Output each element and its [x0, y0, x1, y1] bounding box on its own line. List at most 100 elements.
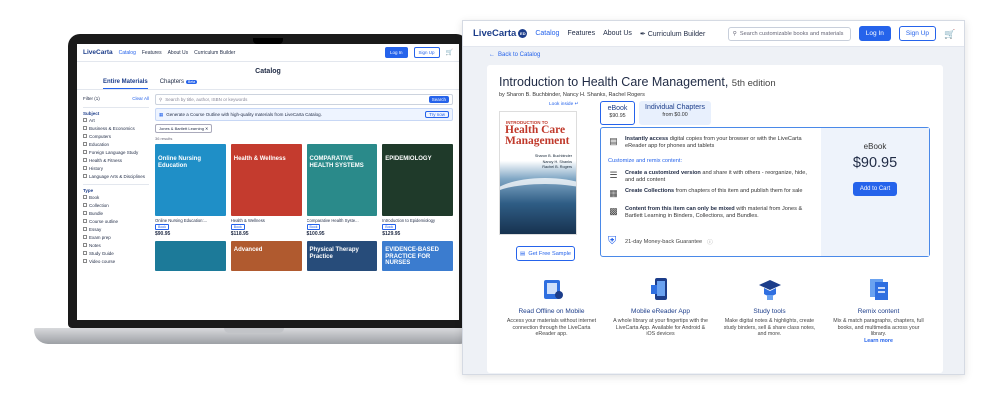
book-card[interactable]: COMPARATIVE HEALTH SYSTEMS Comparative He… — [306, 144, 378, 237]
laptop-nav-catalog[interactable]: Catalog — [119, 50, 136, 56]
signup-button[interactable]: Sign Up — [898, 26, 936, 41]
type-filter-item[interactable]: Exam prep — [83, 233, 149, 241]
clear-all-link[interactable]: Clear All — [132, 96, 149, 101]
format-ebook-option[interactable]: eBook $90.95 — [600, 101, 635, 125]
publisher-filter-chip[interactable]: Jones & Bartlett Learning ✕ — [155, 124, 213, 133]
laptop-nav-curriculum[interactable]: Curriculum Builder — [194, 50, 235, 56]
book-card[interactable]: EVIDENCE-BASED PRACTICE FOR NURSES — [382, 241, 453, 271]
checkbox[interactable] — [83, 134, 87, 138]
checkbox[interactable] — [83, 158, 87, 162]
subject-filter-item[interactable]: Computers — [83, 132, 149, 140]
try-now-button[interactable]: Try now — [425, 111, 449, 118]
laptop-logo[interactable]: LiveCarta — [83, 49, 113, 56]
nav-about-us[interactable]: About Us — [603, 30, 632, 37]
type-filter-item[interactable]: Bundle — [83, 209, 149, 217]
nav-curriculum-builder[interactable]: ✒ Curriculum Builder — [640, 30, 705, 38]
book-card[interactable] — [155, 241, 226, 271]
checkbox[interactable] — [83, 150, 87, 154]
book-cover[interactable]: EVIDENCE-BASED PRACTICE FOR NURSES — [382, 241, 453, 271]
checkbox[interactable] — [83, 243, 87, 247]
subject-filter-item[interactable]: Art — [83, 116, 149, 124]
subject-filter-item[interactable]: Foreign Language Study — [83, 148, 149, 156]
checkbox[interactable] — [83, 142, 87, 146]
type-filter-item[interactable]: Study Guide — [83, 249, 149, 257]
benefit-text: A whole library at your fingertips with … — [613, 318, 708, 338]
laptop-search-input[interactable]: ⚲ Search by title, author, ISBN or keywo… — [155, 94, 453, 105]
subject-filter-item[interactable]: History — [83, 164, 149, 172]
laptop-nav-about[interactable]: About Us — [168, 50, 189, 56]
type-filter-item[interactable]: Book — [83, 193, 149, 201]
info-icon[interactable]: ⓘ — [707, 238, 713, 246]
book-cover[interactable]: Advanced — [230, 241, 302, 271]
checkbox[interactable] — [83, 126, 87, 130]
mix-icon: ▩ — [609, 206, 618, 216]
checkbox[interactable] — [83, 118, 87, 122]
book-cover[interactable] — [155, 241, 226, 271]
course-outline-banner: ▦ Generate a Course Outline with high-qu… — [155, 108, 453, 121]
laptop-nav-features[interactable]: Features — [142, 50, 162, 56]
subject-filter-item[interactable]: Health & Fitness — [83, 156, 149, 164]
type-filter-item[interactable]: Essay — [83, 225, 149, 233]
type-filter-item[interactable]: Course outline — [83, 217, 149, 225]
laptop-login-button[interactable]: Log In — [384, 47, 408, 58]
laptop-signup-button[interactable]: Sign Up — [413, 47, 440, 58]
book-cover[interactable]: COMPARATIVE HEALTH SYSTEMS — [306, 144, 378, 216]
subject-header[interactable]: Subject — [83, 107, 149, 116]
book-card[interactable]: Online Nursing Education Online Nursing E… — [155, 144, 226, 237]
type-label: Study Guide — [89, 250, 114, 256]
laptop-search-button[interactable]: Search — [428, 96, 449, 103]
book-title[interactable]: Introduction to Epidemiology — [382, 218, 453, 223]
checkbox[interactable] — [83, 195, 87, 199]
book-cover[interactable]: EPIDEMIOLOGY — [382, 144, 453, 216]
checkbox[interactable] — [83, 174, 87, 178]
book-title[interactable]: Comparative Health Syste... — [307, 218, 378, 223]
checkbox[interactable] — [83, 259, 87, 263]
book-title: Introduction to Health Care Management, … — [499, 75, 776, 89]
subject-filter-item[interactable]: Education — [83, 140, 149, 148]
book-card[interactable]: Health & Wellness Health & Wellness Book $1… — [230, 144, 302, 237]
get-free-sample-button[interactable]: ▤ Get Free Sample — [516, 246, 575, 261]
learn-more-link[interactable]: Learn more — [831, 338, 927, 345]
laptop-cart-icon[interactable]: 🛒 — [446, 49, 453, 56]
checkbox[interactable] — [83, 203, 87, 207]
type-filter-item[interactable]: Video course — [83, 257, 149, 265]
tab-entire-materials[interactable]: Entire Materials — [103, 79, 148, 89]
subject-label: Computers — [89, 133, 112, 139]
subject-label: Health & Fitness — [89, 157, 123, 163]
book-title[interactable]: Health & Wellness — [231, 218, 302, 223]
type-filter-item[interactable]: Collection — [83, 201, 149, 209]
back-to-catalog-link[interactable]: ← Back to Catalog — [463, 47, 964, 63]
checkbox[interactable] — [83, 227, 87, 231]
checkbox[interactable] — [83, 251, 87, 255]
checkbox[interactable] — [83, 166, 87, 170]
book-card[interactable]: Physical Therapy Practice — [306, 241, 378, 271]
book-cover[interactable]: Physical Therapy Practice — [306, 241, 378, 271]
book-cover[interactable]: Online Nursing Education — [155, 144, 226, 216]
subject-filter-item[interactable]: Language Arts & Disciplines — [83, 172, 149, 180]
book-card[interactable]: Advanced — [230, 241, 302, 271]
look-inside-label[interactable]: Look inside ↵ — [549, 102, 579, 107]
checkbox[interactable] — [83, 219, 87, 223]
type-filter-item[interactable]: Notes — [83, 241, 149, 249]
book-cover[interactable]: INTRODUCTION TO Health Care Management S… — [499, 111, 577, 235]
add-to-cart-button[interactable]: Add to Cart — [852, 182, 898, 196]
type-header[interactable]: Type — [83, 184, 149, 193]
close-icon[interactable]: ✕ — [205, 126, 208, 131]
subject-filter-item[interactable]: Business & Economics — [83, 124, 149, 132]
nav-features[interactable]: Features — [567, 30, 595, 37]
search-input[interactable]: ⚲ Search customizable books and material… — [727, 26, 851, 41]
tab-chapters[interactable]: Chapters Beta — [160, 79, 198, 89]
logo[interactable]: LiveCarta ED — [473, 28, 528, 39]
book-card[interactable]: EPIDEMIOLOGY Introduction to Epidemiology… — [382, 144, 453, 237]
benefits-row: Read Offline on Mobile Access your mater… — [487, 276, 943, 344]
format-chapters-option[interactable]: Individual Chapters from $0.00 — [639, 101, 711, 125]
cart-icon[interactable]: 🛒 — [944, 29, 955, 39]
feature-customized-version: ☰ Create a customized version and share … — [609, 170, 807, 183]
book-title[interactable]: Online Nursing Education:... — [155, 218, 226, 223]
book-cover[interactable]: Health & Wellness — [230, 144, 302, 216]
login-button[interactable]: Log In — [858, 26, 891, 41]
checkbox[interactable] — [83, 235, 87, 239]
ereader-app-icon — [648, 276, 674, 302]
checkbox[interactable] — [83, 211, 87, 215]
nav-catalog[interactable]: Catalog — [535, 30, 559, 37]
